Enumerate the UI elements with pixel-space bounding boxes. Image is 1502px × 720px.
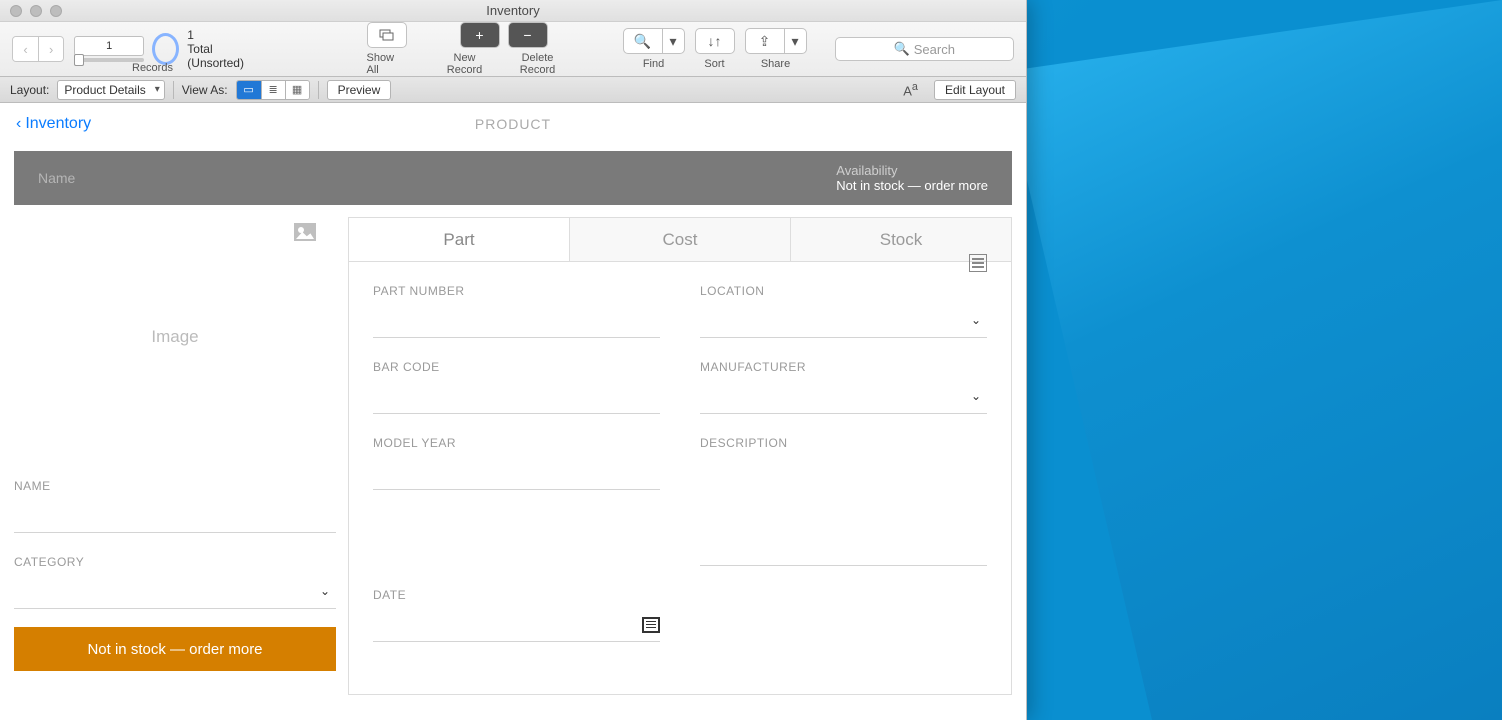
model-year-field[interactable] — [373, 456, 660, 490]
breadcrumb: ‹ Inventory PRODUCT — [0, 103, 1026, 145]
show-all-label: Show All — [367, 52, 407, 76]
stock-status-badge: Not in stock — order more — [14, 627, 336, 671]
date-label: DATE — [373, 588, 660, 602]
search-icon: 🔍 — [634, 33, 651, 50]
delete-record-button[interactable]: − — [508, 22, 548, 48]
list-icon[interactable] — [969, 254, 987, 272]
part-number-field[interactable] — [373, 304, 660, 338]
layout-select[interactable]: Product Details — [57, 80, 164, 100]
layout-select-value: Product Details — [64, 83, 145, 97]
share-label: Share — [761, 58, 790, 70]
manufacturer-field[interactable]: ⌄ — [700, 380, 987, 414]
search-icon: 🔍 — [894, 41, 910, 57]
availability-value: Not in stock — order more — [836, 178, 988, 193]
record-nav: ‹ › — [12, 36, 64, 62]
sort-icon: ↓↑ — [708, 33, 722, 49]
image-container[interactable]: Image — [14, 217, 336, 457]
record-number-field[interactable]: 1 — [74, 36, 144, 56]
part-panel: PART NUMBER LOCATION ⌄ BAR CODE — [348, 261, 1012, 695]
description-field[interactable] — [700, 456, 987, 566]
view-segmented: ▭ ≣ ▦ — [236, 80, 310, 100]
tab-part[interactable]: Part — [349, 218, 570, 261]
text-format-icon[interactable]: Aa — [903, 81, 918, 98]
content-area: ‹ Inventory PRODUCT Name Availability No… — [0, 103, 1026, 720]
view-table-button[interactable]: ▦ — [285, 81, 309, 99]
left-column: Image NAME CATEGORY ⌄ Not in stock — ord… — [14, 217, 348, 708]
view-list-button[interactable]: ≣ — [261, 81, 285, 99]
record-info: 1 Total (Unsorted) — [187, 28, 256, 70]
hero-availability: Availability Not in stock — order more — [836, 163, 988, 193]
hero-name-label: Name — [38, 170, 75, 186]
record-pie-icon — [152, 33, 179, 65]
app-window: Inventory ‹ › 1 1 Total (Unsorted) Recor… — [0, 0, 1027, 720]
right-column: Part Cost Stock PART NUMBER LOCATION — [348, 217, 1012, 708]
hero-banner: Name Availability Not in stock — order m… — [14, 151, 1012, 205]
chevron-down-icon: ⌄ — [971, 389, 981, 403]
sort-label: Sort — [704, 58, 724, 70]
date-field[interactable] — [373, 608, 660, 642]
view-form-button[interactable]: ▭ — [237, 81, 261, 99]
location-label: LOCATION — [700, 284, 987, 298]
name-label: NAME — [14, 479, 336, 493]
titlebar: Inventory — [0, 0, 1026, 22]
records-caption: Records — [132, 62, 173, 74]
chevron-down-icon: ⌄ — [971, 313, 981, 327]
model-year-label: MODEL YEAR — [373, 436, 660, 450]
new-record-label: New Record — [435, 52, 495, 76]
total-count: 1 — [187, 28, 256, 42]
description-label: DESCRIPTION — [700, 436, 987, 450]
stack-icon — [379, 29, 395, 41]
prev-record-button[interactable]: ‹ — [13, 37, 38, 61]
manufacturer-label: MANUFACTURER — [700, 360, 987, 374]
calendar-icon[interactable] — [642, 617, 660, 633]
name-field[interactable] — [14, 499, 336, 533]
page-title: PRODUCT — [0, 116, 1026, 132]
detail-tabs: Part Cost Stock — [348, 217, 1012, 261]
image-icon — [294, 223, 316, 241]
window-title: Inventory — [0, 3, 1026, 18]
find-label: Find — [643, 58, 664, 70]
bar-code-label: BAR CODE — [373, 360, 660, 374]
view-as-label: View As: — [182, 83, 228, 97]
category-field[interactable]: ⌄ — [14, 575, 336, 609]
search-placeholder: Search — [914, 42, 955, 57]
toolbar: ‹ › 1 1 Total (Unsorted) Records Show Al… — [0, 22, 1026, 77]
share-button[interactable]: ⇪ ▾ — [745, 28, 807, 54]
preview-button[interactable]: Preview — [327, 80, 392, 100]
part-number-label: PART NUMBER — [373, 284, 660, 298]
bar-code-field[interactable] — [373, 380, 660, 414]
edit-layout-button[interactable]: Edit Layout — [934, 80, 1016, 100]
category-label: CATEGORY — [14, 555, 336, 569]
layout-label: Layout: — [10, 83, 49, 97]
tab-cost[interactable]: Cost — [570, 218, 791, 261]
delete-record-label: Delete Record — [503, 52, 573, 76]
next-record-button[interactable]: › — [38, 37, 63, 61]
total-label: Total (Unsorted) — [187, 42, 256, 70]
share-icon: ⇪ — [759, 33, 771, 50]
location-field[interactable]: ⌄ — [700, 304, 987, 338]
availability-label: Availability — [836, 163, 988, 178]
search-field[interactable]: 🔍 Search — [835, 37, 1014, 61]
find-button[interactable]: 🔍 ▾ — [623, 28, 685, 54]
show-all-button[interactable] — [367, 22, 407, 48]
sort-button[interactable]: ↓↑ — [695, 28, 735, 54]
layout-bar: Layout: Product Details View As: ▭ ≣ ▦ P… — [0, 77, 1026, 103]
new-record-button[interactable]: + — [460, 22, 500, 48]
image-placeholder: Image — [151, 327, 198, 347]
chevron-down-icon: ⌄ — [320, 584, 330, 598]
